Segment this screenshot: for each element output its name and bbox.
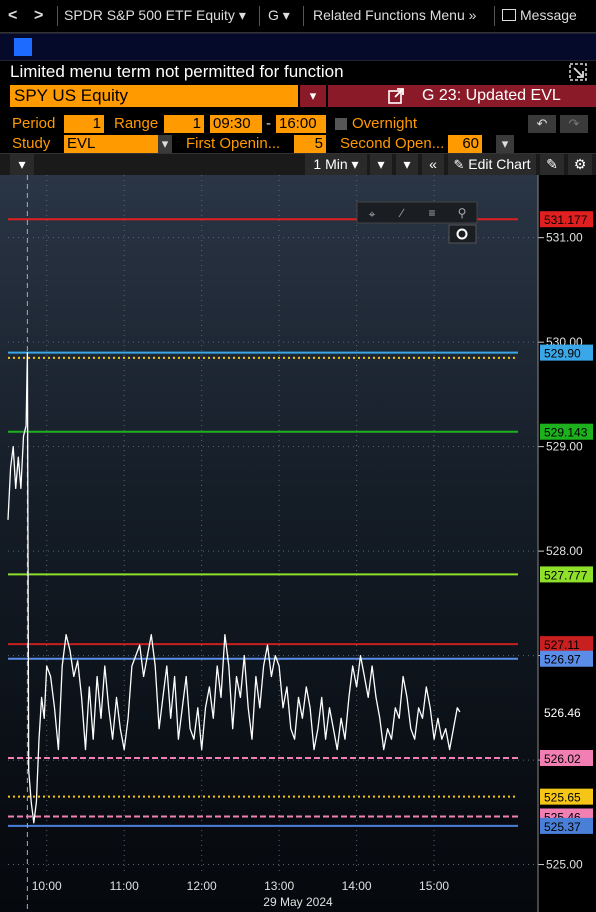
message-envelope-icon bbox=[502, 9, 516, 21]
start-time-input[interactable]: 09:30 bbox=[210, 115, 262, 133]
x-tick-label: 13:00 bbox=[264, 879, 294, 893]
last-price-label: 526.46 bbox=[544, 706, 581, 720]
status-message: Limited menu term not permitted for func… bbox=[10, 62, 344, 81]
related-functions-menu[interactable]: Related Functions Menu » bbox=[313, 7, 476, 23]
edit-chart-label: Edit Chart bbox=[468, 156, 531, 172]
line-value-tag-label: 529.90 bbox=[544, 347, 581, 361]
y-tick-label: 528.00 bbox=[546, 544, 583, 558]
line-value-tag-label: 526.02 bbox=[544, 752, 581, 766]
overnight-checkbox[interactable] bbox=[335, 118, 347, 130]
line-value-tag-label: 526.97 bbox=[544, 653, 581, 667]
y-tick-label: 531.00 bbox=[546, 231, 583, 245]
line-value-tag-label: 525.65 bbox=[544, 791, 581, 805]
x-tick-label: 14:00 bbox=[342, 879, 372, 893]
crosshair-icon[interactable]: ⌖ bbox=[369, 207, 376, 221]
security-dropdown-chevron-icon[interactable]: ▾ bbox=[300, 85, 326, 107]
first-opening-input[interactable]: 5 bbox=[294, 135, 326, 153]
redo-icon[interactable]: ↷ bbox=[560, 115, 588, 133]
chart-menu-chevron-icon[interactable]: ▾ bbox=[10, 154, 34, 175]
back-arrow-icon[interactable]: < bbox=[8, 7, 17, 25]
top-toolbar: < > SPDR S&P 500 ETF Equity ▾ G ▾ Relate… bbox=[0, 0, 596, 33]
second-opening-input[interactable]: 60 bbox=[448, 135, 482, 153]
x-axis-date-label: 29 May 2024 bbox=[263, 895, 333, 909]
first-opening-label: First Openin... bbox=[186, 135, 281, 152]
x-tick-label: 12:00 bbox=[187, 879, 217, 893]
interval-select[interactable]: 1 Min ▾ bbox=[305, 154, 367, 175]
chart-dropdown-a-chevron-icon[interactable]: ▾ bbox=[370, 154, 392, 175]
interval-value: 1 Min bbox=[313, 156, 348, 172]
security-menu[interactable]: SPDR S&P 500 ETF Equity ▾ bbox=[64, 7, 246, 24]
second-opening-label: Second Open... bbox=[340, 135, 445, 152]
line-value-tag-label: 527.11 bbox=[544, 638, 580, 652]
pencil-icon: ✎ bbox=[453, 157, 465, 172]
list-icon[interactable]: ≡ bbox=[428, 206, 435, 220]
message-button[interactable]: Message bbox=[520, 7, 577, 23]
chart-dropdown-b-chevron-icon[interactable]: ▾ bbox=[396, 154, 418, 175]
study-input[interactable]: EVL bbox=[64, 135, 158, 153]
popout-icon[interactable] bbox=[568, 62, 588, 82]
line-value-tag-label: 527.777 bbox=[544, 568, 588, 582]
g-menu[interactable]: G ▾ bbox=[268, 7, 290, 24]
forward-arrow-icon[interactable]: > bbox=[34, 7, 43, 25]
line-value-tag-label: 529.143 bbox=[544, 426, 588, 440]
collapse-double-chevron-icon[interactable]: « bbox=[422, 154, 444, 175]
security-field[interactable]: SPY US Equity bbox=[10, 85, 298, 107]
line-value-tag-label: 525.37 bbox=[544, 820, 581, 834]
period-label: Period bbox=[12, 115, 56, 132]
command-cursor bbox=[14, 38, 32, 56]
edit-chart-button[interactable]: ✎ Edit Chart bbox=[448, 154, 536, 175]
x-tick-label: 10:00 bbox=[32, 879, 62, 893]
time-separator: - bbox=[266, 115, 271, 132]
study-dropdown-chevron-icon[interactable]: ▾ bbox=[158, 135, 172, 153]
function-title: G 23: Updated EVL bbox=[422, 87, 561, 104]
launch-icon[interactable] bbox=[388, 88, 404, 104]
gear-icon[interactable]: ⚙ bbox=[568, 154, 592, 175]
x-tick-label: 15:00 bbox=[419, 879, 449, 893]
line-value-tag-label: 531.177 bbox=[544, 213, 588, 227]
range-label: Range bbox=[114, 115, 159, 132]
x-tick-label: 11:00 bbox=[110, 879, 139, 893]
overnight-label: Overnight bbox=[352, 115, 418, 132]
undo-icon[interactable]: ↶ bbox=[528, 115, 556, 133]
chart-toolbar: ▾ 1 Min ▾ ▾ ▾ « ✎ Edit Chart ✎ ⚙ bbox=[0, 153, 596, 176]
study-label: Study bbox=[12, 135, 51, 152]
y-tick-label: 525.00 bbox=[546, 858, 583, 872]
zoom-search-icon[interactable]: ⚲ bbox=[458, 206, 467, 220]
range-input[interactable]: 1 bbox=[164, 115, 204, 133]
command-line[interactable] bbox=[0, 33, 596, 61]
plot-background bbox=[0, 175, 538, 912]
price-chart[interactable]: 531.00530.00529.00528.00527.00526.00525.… bbox=[0, 175, 596, 912]
annotate-icon[interactable]: ✎ bbox=[540, 154, 564, 175]
params-dropdown-chevron-icon[interactable]: ▾ bbox=[496, 135, 514, 153]
period-input[interactable]: 1 bbox=[64, 115, 104, 133]
end-time-input[interactable]: 16:00 bbox=[276, 115, 326, 133]
y-tick-label: 529.00 bbox=[546, 440, 583, 454]
function-title-bar: G 23: Updated EVL bbox=[328, 85, 596, 107]
